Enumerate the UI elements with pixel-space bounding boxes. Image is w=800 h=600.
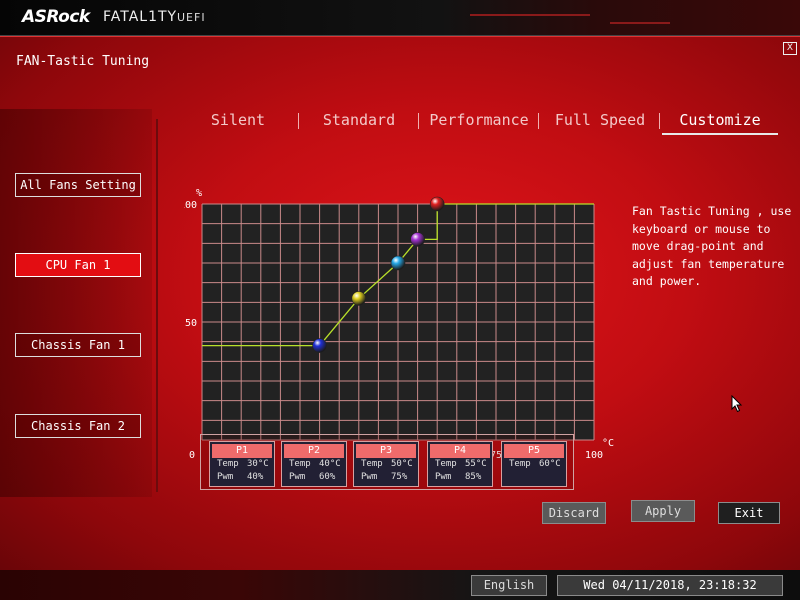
point-temp-row: Temp 30°C [210, 458, 274, 471]
tab-full-speed[interactable]: Full Speed [544, 109, 656, 137]
point-temp-value: 50°C [391, 459, 413, 469]
tab-separator [538, 113, 539, 129]
y-tick-label: 100 [184, 200, 197, 211]
point-temp-label: Temp [217, 459, 239, 469]
point-pwm-row: Pwm 60% [282, 471, 346, 484]
point-card-title: P1 [212, 444, 272, 458]
exit-button[interactable]: Exit [718, 502, 780, 524]
drag-point-p1[interactable] [312, 338, 327, 353]
point-temp-row: Temp 40°C [282, 458, 346, 471]
point-temp-row: Temp 55°C [428, 458, 492, 471]
point-temp-value: 40°C [319, 459, 341, 469]
x-axis-unit: °C [602, 438, 614, 449]
datetime-display: Wed 04/11/2018, 23:18:32 [557, 575, 783, 596]
point-temp-value: 60°C [539, 459, 561, 469]
drag-point-p4[interactable] [410, 232, 425, 247]
point-temp-label: Temp [509, 459, 531, 469]
point-temp-value: 30°C [247, 459, 269, 469]
point-card-p5[interactable]: P5 Temp 60°C [501, 441, 567, 487]
points-panel: P1 Temp 30°C Pwm 40% P2 Temp 40°C Pwm 60% P3 Temp 50… [200, 434, 574, 490]
tab-silent[interactable]: Silent [190, 109, 286, 137]
x-tick-label: 100 [585, 450, 603, 461]
fan-button-cpu-fan-1[interactable]: CPU Fan 1 [15, 253, 141, 277]
point-card-title: P2 [284, 444, 344, 458]
point-temp-row: Temp 50°C [354, 458, 418, 471]
point-pwm-label: Pwm [289, 472, 306, 482]
y-tick-label: 50 [185, 318, 197, 329]
top-bar: ASRock FATAL1TY UEFI [0, 0, 800, 36]
point-card-title: P3 [356, 444, 416, 458]
point-pwm-label: Pwm [435, 472, 452, 482]
tab-active-underline [662, 133, 778, 135]
point-temp-value: 55°C [465, 459, 487, 469]
tab-standard[interactable]: Standard [306, 109, 412, 137]
point-card-title: P5 [504, 444, 564, 458]
apply-button[interactable]: Apply [631, 500, 695, 522]
point-pwm-row: Pwm 85% [428, 471, 492, 484]
point-pwm-row: Pwm 40% [210, 471, 274, 484]
fan-button-chassis-fan-2[interactable]: Chassis Fan 2 [15, 414, 141, 438]
status-bar: English Wed 04/11/2018, 23:18:32 [0, 570, 800, 600]
fan-button-chassis-fan-1[interactable]: Chassis Fan 1 [15, 333, 141, 357]
drag-point-p2[interactable] [351, 291, 367, 306]
point-card-p4[interactable]: P4 Temp 55°C Pwm 85% [427, 441, 493, 487]
point-pwm-label: Pwm [217, 472, 234, 482]
point-pwm-label: Pwm [361, 472, 378, 482]
chart-grid [201, 203, 595, 441]
point-temp-label: Temp [435, 459, 457, 469]
tab-performance[interactable]: Performance [424, 109, 534, 137]
fan-list: All Fans Setting CPU Fan 1 Chassis Fan 1… [0, 109, 152, 497]
point-pwm-value: 85% [465, 472, 482, 482]
decor-line [610, 22, 670, 24]
discard-button[interactable]: Discard [542, 502, 606, 524]
close-button[interactable]: X [783, 42, 797, 55]
point-pwm-row: Pwm 75% [354, 471, 418, 484]
drag-point-p3[interactable] [390, 255, 406, 271]
tab-separator [418, 113, 419, 129]
fan-curve-chart[interactable]: 025507510010050%°C [184, 148, 614, 466]
language-button[interactable]: English [471, 575, 547, 596]
point-pwm-value: 40% [247, 472, 264, 482]
point-card-p1[interactable]: P1 Temp 30°C Pwm 40% [209, 441, 275, 487]
point-pwm-value: 60% [319, 472, 336, 482]
point-temp-row: Temp 60°C [502, 458, 566, 471]
page-title: FAN-Tastic Tuning [16, 54, 150, 69]
help-text: Fan Tastic Tuning , use keyboard or mous… [632, 204, 792, 288]
point-pwm-value: 75% [391, 472, 408, 482]
brand-suffix: UEFI [177, 11, 206, 24]
point-card-title: P4 [430, 444, 490, 458]
vertical-divider [156, 119, 158, 492]
tab-separator [659, 113, 660, 129]
point-card-p3[interactable]: P3 Temp 50°C Pwm 75% [353, 441, 419, 487]
x-tick-label: 0 [189, 450, 195, 461]
decor-line [470, 14, 590, 16]
point-temp-label: Temp [361, 459, 383, 469]
tab-separator [298, 113, 299, 129]
brand-logo: ASRock [22, 7, 90, 27]
drag-point-p5[interactable] [429, 196, 445, 212]
mouse-cursor-icon [731, 395, 743, 413]
fan-button-all-fans[interactable]: All Fans Setting [15, 173, 141, 197]
point-card-p2[interactable]: P2 Temp 40°C Pwm 60% [281, 441, 347, 487]
brand-series: FATAL1TY [103, 9, 178, 25]
point-temp-label: Temp [289, 459, 311, 469]
y-axis-unit: % [196, 188, 202, 199]
